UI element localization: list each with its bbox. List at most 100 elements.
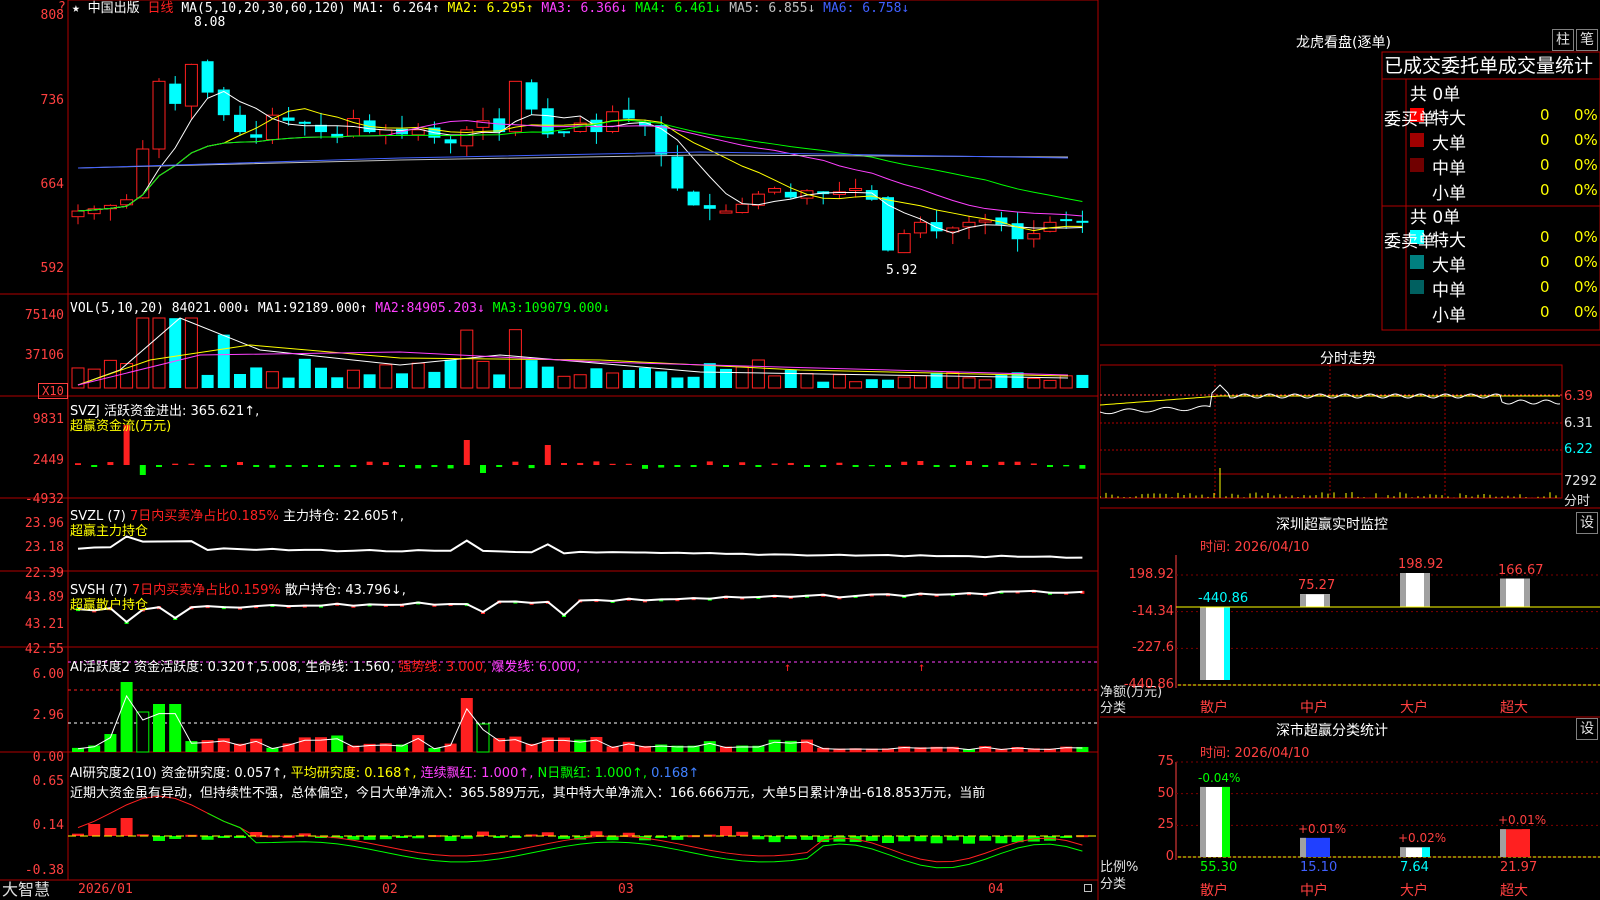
sz-bar-shade bbox=[1200, 607, 1206, 680]
svzj-bar bbox=[836, 462, 843, 465]
ma-values: MA1: 6.264↑ MA2: 6.295↑ MA3: 6.366↓ MA4:… bbox=[354, 1, 910, 16]
ai2-bar bbox=[995, 836, 1008, 844]
svzj-bar bbox=[755, 465, 762, 467]
sz-ytick: -14.34 bbox=[1132, 603, 1174, 619]
xaxis-label: 02 bbox=[382, 882, 398, 897]
vol-bar bbox=[962, 377, 976, 389]
vol-bar bbox=[136, 317, 150, 389]
svzj-bar bbox=[804, 465, 810, 467]
cls-bar-value: 55.30 bbox=[1200, 860, 1238, 875]
candle-down bbox=[655, 125, 668, 155]
vol-bar bbox=[622, 369, 635, 388]
candlestick-chart[interactable]: ↑ ↑ bbox=[0, 0, 1100, 900]
vol-bar bbox=[946, 372, 960, 389]
svzj-ytick: -4932 bbox=[24, 492, 64, 507]
ai1-ytick: 2.96 bbox=[32, 708, 64, 723]
vol-ma-value-3: MA3:109079.000↓ bbox=[484, 301, 611, 316]
brand-logo[interactable]: 大智慧 bbox=[2, 881, 50, 899]
svzj-bar bbox=[269, 465, 276, 468]
lock-icon[interactable] bbox=[1084, 884, 1092, 892]
ai1-bar bbox=[298, 737, 311, 752]
period-label[interactable]: 日线 bbox=[148, 1, 174, 16]
ai1-bar bbox=[153, 704, 165, 752]
ai2-bar bbox=[898, 836, 911, 842]
sell-total: 共 0单 bbox=[1410, 208, 1461, 228]
favorite-star-icon[interactable]: ★ bbox=[72, 1, 80, 16]
ai2-curve-green bbox=[207, 812, 1083, 869]
tick-mode-button[interactable]: 笔 bbox=[1576, 29, 1598, 51]
vol-bar bbox=[396, 373, 408, 388]
vol-bar bbox=[832, 374, 846, 389]
order-count: 0 bbox=[1540, 253, 1550, 271]
order-stat-tabs[interactable]: 已成交委托单成交量统计 bbox=[1384, 54, 1598, 78]
svzj-ytick: 2449 bbox=[32, 453, 64, 468]
cls-bar-edge bbox=[1422, 847, 1430, 857]
sz-bar-shade bbox=[1524, 578, 1530, 607]
vol-bar bbox=[331, 377, 344, 388]
svzj-bar bbox=[949, 465, 956, 467]
vol-bar bbox=[655, 371, 668, 388]
sz-category: 中户 bbox=[1300, 700, 1328, 716]
svzj-bar bbox=[852, 465, 859, 467]
vol-bar bbox=[476, 360, 490, 389]
ma5-line bbox=[77, 154, 1069, 169]
svzj-bar bbox=[642, 465, 648, 469]
cls-bar-edge bbox=[1322, 837, 1330, 857]
candle-down bbox=[687, 191, 700, 206]
order-pct: 0% bbox=[1574, 228, 1598, 246]
svzj-bar bbox=[561, 462, 567, 465]
candle-down bbox=[865, 190, 878, 200]
svzj-bar bbox=[512, 461, 519, 465]
ma-value-6: MA6: 6.758↓ bbox=[815, 1, 910, 16]
vol-bar bbox=[720, 368, 732, 388]
candle-up bbox=[1043, 221, 1057, 232]
chart-workspace[interactable]: ↑ ↑ ★ 中国出版 日线 MA(5,10,20,30,60,120) MA1: … bbox=[0, 0, 1100, 900]
vol-unit-badge[interactable]: X10 bbox=[38, 383, 68, 399]
stock-name: 中国出版 bbox=[87, 1, 140, 16]
svzj-bar bbox=[366, 461, 373, 465]
vol-bar bbox=[379, 364, 393, 389]
candle-up bbox=[897, 233, 911, 254]
vol-bar bbox=[493, 374, 506, 388]
sz-bar-value: 198.92 bbox=[1398, 557, 1444, 572]
candle-down bbox=[444, 139, 457, 144]
ai2-bar bbox=[363, 836, 376, 840]
cls-category: 散户 bbox=[1200, 883, 1228, 899]
cls-cat-label: 分类 bbox=[1100, 877, 1127, 892]
ai2-bar bbox=[444, 836, 457, 841]
ai1-bar bbox=[217, 738, 230, 752]
buy-total: 共 0单 bbox=[1410, 85, 1461, 105]
ma-value-3: MA3: 6.366↓ bbox=[533, 1, 628, 16]
ai1-bar bbox=[541, 737, 554, 752]
sell-orders-label: 委卖单 bbox=[1384, 232, 1435, 252]
candle-up bbox=[978, 219, 992, 223]
vol-bar bbox=[751, 359, 765, 389]
intraday-tag[interactable]: 分时 bbox=[1564, 490, 1590, 509]
sz-monitor-settings-button[interactable]: 设 bbox=[1576, 512, 1598, 534]
svzj-bar bbox=[220, 465, 227, 467]
order-type: 大单 bbox=[1432, 256, 1466, 276]
bar-mode-button[interactable]: 柱 bbox=[1552, 29, 1574, 51]
svsh-ytick: 43.21 bbox=[24, 617, 64, 632]
svzj-bar bbox=[431, 465, 438, 468]
svzj-bar bbox=[609, 463, 616, 465]
sz-bar-shade bbox=[1500, 578, 1506, 607]
vol-bar bbox=[541, 366, 554, 388]
cls-stat-time: 时间: 2026/04/10 bbox=[1200, 746, 1310, 761]
ai2-bar bbox=[541, 832, 554, 836]
ai2-bar bbox=[477, 831, 489, 836]
svzj-bar bbox=[253, 465, 260, 467]
cls-stat-settings-button[interactable]: 设 bbox=[1576, 718, 1598, 740]
vol-bar bbox=[1027, 377, 1041, 389]
right-panel-graphics bbox=[1100, 51, 1600, 860]
svzj-bar bbox=[966, 461, 972, 465]
svzj-bar bbox=[1063, 465, 1070, 467]
svzl-ytick: 22.39 bbox=[24, 566, 64, 581]
ai2-bar bbox=[201, 836, 214, 840]
vol-bar bbox=[978, 379, 992, 389]
svzl-title: SVZL (7) 7日内买卖净占比0.185% 主力持仓: 22.605↑, bbox=[70, 509, 404, 524]
candle-up bbox=[849, 187, 863, 191]
vol-bar bbox=[169, 318, 182, 388]
ai2-bar bbox=[671, 836, 684, 840]
ai1-bar bbox=[250, 738, 263, 752]
